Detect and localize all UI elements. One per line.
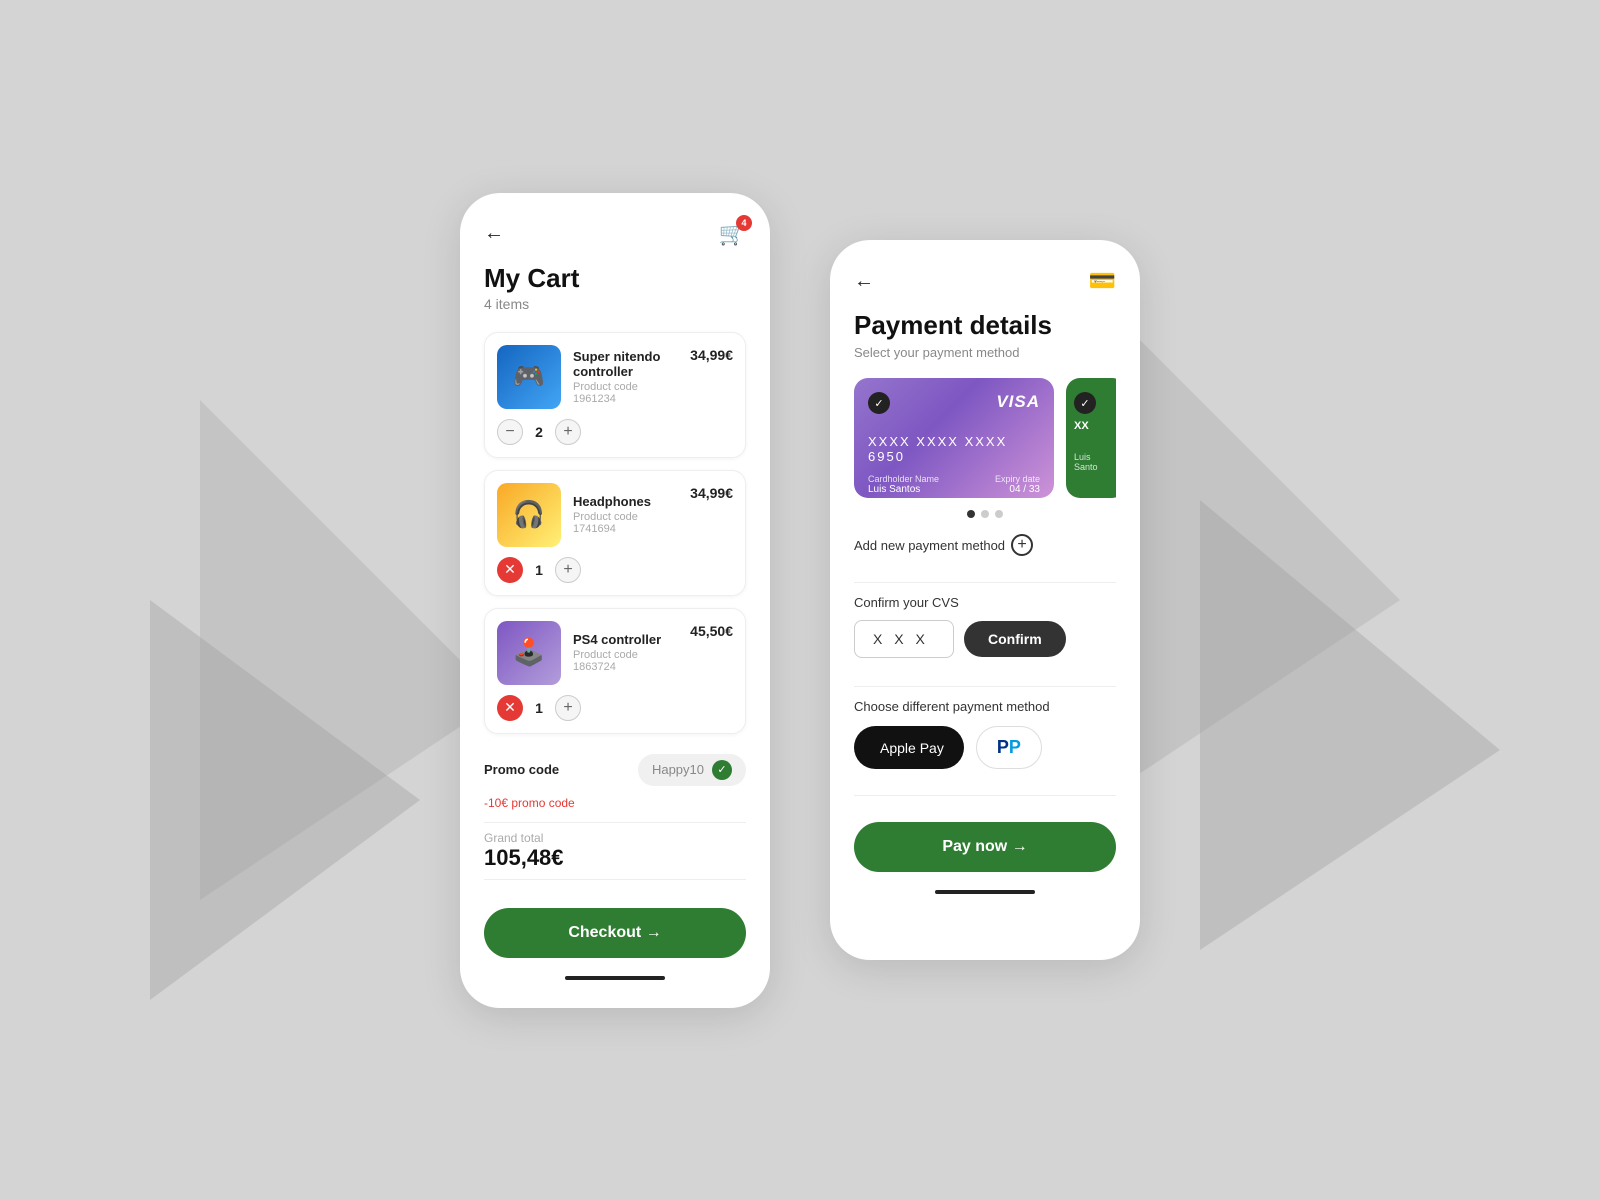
cart-item: 🎧 Headphones Product code 1741694 34,99€… <box>484 470 746 596</box>
cart-item-name: Super nitendo controller <box>573 349 678 379</box>
expiry-label: Expiry date <box>995 474 1040 484</box>
qty-plus-button[interactable]: + <box>555 419 581 445</box>
payment-divider-3 <box>854 795 1116 796</box>
promo-code-value: Happy10 <box>652 762 704 777</box>
cart-item-code: Product code 1961234 <box>573 381 678 405</box>
cart-back-button[interactable]: ← <box>484 222 504 245</box>
card-number: XXXX XXXX XXXX 6950 <box>868 434 1040 464</box>
qty-delete-button[interactable]: ✕ <box>497 695 523 721</box>
cvv-label: Confirm your CVS <box>854 595 1116 610</box>
expiry-value: 04 / 33 <box>995 484 1040 495</box>
cart-screen: ← 🛒 4 My Cart 4 items 🎮 Super nitendo co… <box>460 193 770 1008</box>
grand-total-label: Grand total <box>484 831 746 845</box>
green-card[interactable]: ✓ XX LuisSanto <box>1066 378 1116 498</box>
cardholder-value: Luis Santos <box>868 484 939 495</box>
qty-minus-button[interactable]: − <box>497 419 523 445</box>
paypal-p2-icon: P <box>1009 737 1021 758</box>
payment-title: Payment details <box>854 310 1116 341</box>
checkout-button[interactable]: Checkout → <box>484 908 746 958</box>
green-card-holder: LuisSanto <box>1074 452 1116 472</box>
qty-value: 1 <box>531 700 547 716</box>
quantity-controls: ✕ 1 + <box>497 695 733 721</box>
qty-plus-button[interactable]: + <box>555 557 581 583</box>
cardholder-label: Cardholder Name <box>868 474 939 484</box>
cart-item: 🕹️ PS4 controller Product code 1863724 4… <box>484 608 746 734</box>
paypal-button[interactable]: P P <box>976 726 1042 769</box>
cart-item: 🎮 Super nitendo controller Product code … <box>484 332 746 458</box>
product-image-ps4: 🕹️ <box>497 621 561 685</box>
cart-item-code: Product code 1741694 <box>573 511 678 535</box>
alternative-payment-methods: Apple Pay P P <box>854 726 1116 769</box>
cart-item-name: PS4 controller <box>573 632 678 647</box>
quantity-controls: − 2 + <box>497 419 733 445</box>
grand-total-value: 105,48€ <box>484 845 746 871</box>
cart-item-details: PS4 controller Product code 1863724 <box>573 632 678 673</box>
qty-value: 2 <box>531 424 547 440</box>
payment-top-bar: ← 💳 <box>854 268 1116 294</box>
promo-discount-text: -10€ promo code <box>484 796 746 810</box>
cart-item-details: Super nitendo controller Product code 19… <box>573 349 678 405</box>
promo-code-label: Promo code <box>484 762 559 777</box>
qty-plus-button[interactable]: + <box>555 695 581 721</box>
different-payment-label: Choose different payment method <box>854 699 1116 714</box>
cart-item-price: 34,99€ <box>690 347 733 363</box>
confirm-button[interactable]: Confirm <box>964 621 1066 657</box>
cart-item-count: 4 items <box>484 296 746 312</box>
payment-card-icon-button[interactable]: 💳 <box>1089 268 1116 294</box>
cards-carousel: ✓ VISA XXXX XXXX XXXX 6950 Cardholder Na… <box>854 378 1116 498</box>
add-payment-method-button[interactable]: Add new payment method + <box>854 534 1116 556</box>
cvv-input[interactable] <box>854 620 954 658</box>
add-payment-label: Add new payment method <box>854 538 1005 553</box>
dot-1 <box>967 510 975 518</box>
cart-icon-button[interactable]: 🛒 4 <box>719 221 746 247</box>
cart-title: My Cart <box>484 263 746 294</box>
cart-item-code: Product code 1863724 <box>573 649 678 673</box>
visa-card[interactable]: ✓ VISA XXXX XXXX XXXX 6950 Cardholder Na… <box>854 378 1054 498</box>
cart-item-price: 45,50€ <box>690 623 733 639</box>
cart-divider-2 <box>484 879 746 880</box>
cart-top-bar: ← 🛒 4 <box>484 221 746 247</box>
carousel-dots <box>854 510 1116 518</box>
promo-check-icon: ✓ <box>712 760 732 780</box>
cart-item-price: 34,99€ <box>690 485 733 501</box>
quantity-controls: ✕ 1 + <box>497 557 733 583</box>
payment-subtitle: Select your payment method <box>854 345 1116 360</box>
cvv-row: Confirm <box>854 620 1116 658</box>
promo-code-input[interactable]: Happy10 ✓ <box>638 754 746 786</box>
card-meta-row: Cardholder Name Luis Santos Expiry date … <box>868 474 1040 495</box>
home-indicator-payment <box>935 890 1035 894</box>
card-selected-icon: ✓ <box>868 392 890 414</box>
payment-back-button[interactable]: ← <box>854 270 874 293</box>
cart-badge: 4 <box>736 215 752 231</box>
pay-now-button[interactable]: Pay now → <box>854 822 1116 872</box>
payment-divider-2 <box>854 686 1116 687</box>
card-selected-icon-green: ✓ <box>1074 392 1096 414</box>
product-image-headphones: 🎧 <box>497 483 561 547</box>
visa-logo: VISA <box>996 392 1040 412</box>
paypal-p1-icon: P <box>997 737 1009 758</box>
promo-code-row: Promo code Happy10 ✓ <box>484 754 746 786</box>
apple-pay-button[interactable]: Apple Pay <box>854 726 964 769</box>
add-circle-icon: + <box>1011 534 1033 556</box>
payment-screen: ← 💳 Payment details Select your payment … <box>830 240 1140 960</box>
qty-delete-button[interactable]: ✕ <box>497 557 523 583</box>
cart-divider <box>484 822 746 823</box>
apple-pay-label: Apple Pay <box>880 740 944 756</box>
qty-value: 1 <box>531 562 547 578</box>
product-image-controller: 🎮 <box>497 345 561 409</box>
payment-divider-1 <box>854 582 1116 583</box>
cart-item-details: Headphones Product code 1741694 <box>573 494 678 535</box>
home-indicator <box>565 976 665 980</box>
dot-3 <box>995 510 1003 518</box>
cart-item-name: Headphones <box>573 494 678 509</box>
green-card-partial: XX <box>1074 420 1116 432</box>
credit-card-icon: 💳 <box>1089 268 1116 293</box>
dot-2 <box>981 510 989 518</box>
